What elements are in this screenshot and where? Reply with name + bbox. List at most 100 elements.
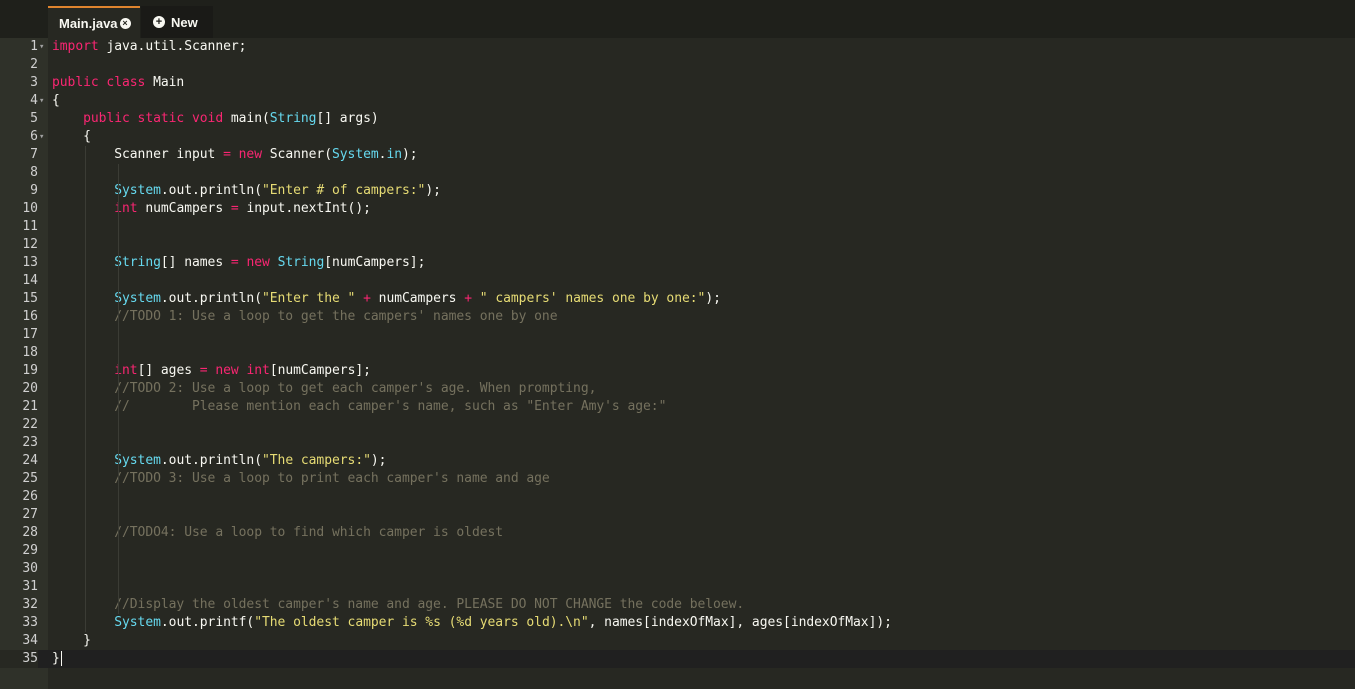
code-text: //TODO 2: Use a loop to get each camper'… (52, 380, 596, 398)
line-number: 13 (22, 255, 38, 270)
line-number: 21 (22, 399, 38, 414)
code-token: System (114, 453, 161, 468)
code-line[interactable]: 18 (0, 344, 1355, 362)
code-token: " campers' names one by one:" (479, 291, 706, 306)
fold-arrow-icon[interactable]: ▾ (39, 128, 47, 146)
code-text: System.out.println("Enter the " + numCam… (52, 290, 721, 308)
code-line[interactable]: 16 //TODO 1: Use a loop to get the campe… (0, 308, 1355, 326)
code-text: String[] names = new String[numCampers]; (52, 254, 425, 272)
code-line[interactable]: 22 (0, 416, 1355, 434)
code-line[interactable]: 6 ▾ { (0, 128, 1355, 146)
code-line[interactable]: 17 (0, 326, 1355, 344)
code-line[interactable]: 28 //TODO4: Use a loop to find which cam… (0, 524, 1355, 542)
code-token: "Enter the " (262, 291, 356, 306)
code-text: System.out.println("Enter # of campers:"… (52, 182, 441, 200)
code-token: //TODO 2: Use a loop to get each camper'… (114, 381, 597, 396)
new-tab-button[interactable]: + New (141, 6, 213, 38)
code-line[interactable]: 20 //TODO 2: Use a loop to get each camp… (0, 380, 1355, 398)
line-number: 17 (22, 327, 38, 342)
code-token: java.util.Scanner; (98, 39, 247, 54)
line-number: 26 (22, 489, 38, 504)
code-line[interactable]: 9 System.out.println("Enter # of campers… (0, 182, 1355, 200)
code-line[interactable]: 31 (0, 578, 1355, 596)
line-number: 34 (22, 633, 38, 648)
code-token: int (246, 363, 270, 378)
line-number: 16 (22, 309, 38, 324)
tab-label: Main.java (59, 15, 118, 31)
code-line[interactable]: 29 (0, 542, 1355, 560)
code-line[interactable]: 5 public static void main(String[] args) (0, 110, 1355, 128)
code-token: import (52, 39, 99, 54)
code-text: public class Main (52, 74, 184, 92)
code-text: } (52, 650, 62, 668)
code-token: Scanner( (262, 147, 332, 162)
code-line[interactable]: 11 (0, 218, 1355, 236)
code-token: //TODO 3: Use a loop to print each campe… (114, 471, 550, 486)
code-line[interactable]: 33 System.out.printf("The oldest camper … (0, 614, 1355, 632)
code-line[interactable]: 23 (0, 434, 1355, 452)
code-line[interactable]: 1 ▾ import java.util.Scanner; (0, 38, 1355, 56)
tab-main-java[interactable]: Main.java × (48, 6, 140, 38)
line-number: 14 (22, 273, 38, 288)
code-line[interactable]: 13 String[] names = new String[numCamper… (0, 254, 1355, 272)
code-token: System (114, 291, 161, 306)
line-number: 27 (22, 507, 38, 522)
code-line[interactable]: 25 //TODO 3: Use a loop to print each ca… (0, 470, 1355, 488)
code-line[interactable]: 2 (0, 56, 1355, 74)
code-line[interactable]: 26 (0, 488, 1355, 506)
code-token: = (199, 363, 208, 378)
code-line[interactable]: 19 int[] ages = new int[numCampers]; (0, 362, 1355, 380)
line-number: 28 (22, 525, 38, 540)
code-token: System (114, 615, 161, 630)
new-tab-label: New (171, 14, 198, 30)
code-line[interactable]: 12 (0, 236, 1355, 254)
code-text: System.out.printf("The oldest camper is … (52, 614, 892, 632)
code-token: { (52, 129, 91, 144)
line-number: 23 (22, 435, 38, 450)
plus-icon: + (153, 16, 165, 28)
close-tab-icon[interactable]: × (119, 17, 131, 29)
code-line[interactable]: 7 Scanner input = new Scanner(System.in)… (0, 146, 1355, 164)
code-token: new (246, 255, 270, 270)
fold-arrow-icon[interactable]: ▾ (39, 92, 47, 110)
code-token: [numCampers]; (324, 255, 426, 270)
code-token: //TODO 1: Use a loop to get the campers'… (114, 309, 558, 324)
code-text: int[] ages = new int[numCampers]; (52, 362, 371, 380)
code-line[interactable]: 15 System.out.println("Enter the " + num… (0, 290, 1355, 308)
code-token: + (363, 291, 371, 306)
code-line[interactable]: 34 } (0, 632, 1355, 650)
code-line[interactable]: 27 (0, 506, 1355, 524)
code-line[interactable]: 3 public class Main (0, 74, 1355, 92)
code-token: .out.println( (160, 183, 262, 198)
code-token: } (52, 633, 91, 648)
code-line[interactable]: 10 int numCampers = input.nextInt(); (0, 200, 1355, 218)
code-token: + (464, 291, 472, 306)
code-line[interactable]: 4 ▾ { (0, 92, 1355, 110)
line-number: 9 (30, 183, 38, 198)
code-token: .out.println( (160, 291, 262, 306)
code-line[interactable]: 32 //Display the oldest camper's name an… (0, 596, 1355, 614)
code-token: String (277, 255, 325, 270)
code-line[interactable]: 14 (0, 272, 1355, 290)
fold-arrow-icon[interactable]: ▾ (39, 38, 47, 56)
line-number: 31 (22, 579, 38, 594)
line-number: 3 (30, 75, 38, 90)
code-line[interactable]: 24 System.out.println("The campers:"); (0, 452, 1355, 470)
code-token: } (52, 651, 60, 666)
code-line[interactable]: 30 (0, 560, 1355, 578)
code-text: //Display the oldest camper's name and a… (52, 596, 744, 614)
code-line[interactable]: 21 // Please mention each camper's name,… (0, 398, 1355, 416)
code-text: System.out.println("The campers:"); (52, 452, 386, 470)
code-token: //TODO4: Use a loop to find which camper… (114, 525, 504, 540)
line-number: 11 (22, 219, 38, 234)
code-token: [numCampers]; (269, 363, 371, 378)
line-number: 24 (22, 453, 38, 468)
code-line[interactable]: 35} (0, 650, 1355, 668)
line-number: 33 (22, 615, 38, 630)
code-line[interactable]: 8 (0, 164, 1355, 182)
